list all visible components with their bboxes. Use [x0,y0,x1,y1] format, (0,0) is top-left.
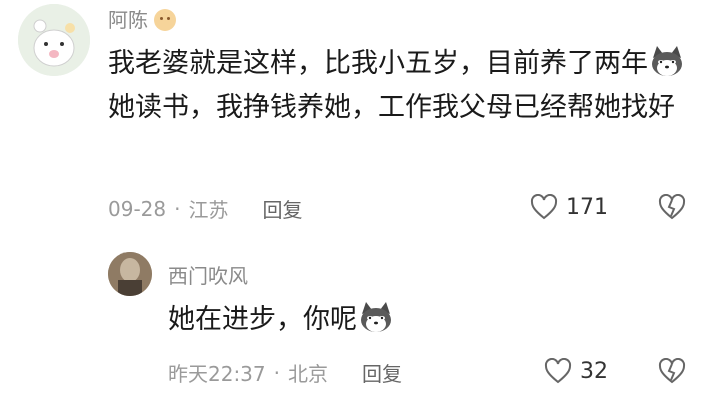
username-text[interactable]: 阿陈 [108,8,148,32]
like-count: 171 [566,194,608,220]
reply-time: 昨天22:37 [168,362,266,386]
comment-meta: 09-28 · 江苏 回复 [108,194,698,223]
reply-avatar-photo [108,252,152,296]
dislike-button[interactable] [658,193,686,224]
smile-emoji-icon [154,9,176,31]
avatar-illustration [18,4,90,76]
like-button[interactable]: 171 [530,194,608,220]
reply-like-button[interactable]: 32 [544,358,608,384]
comment-username[interactable]: 阿陈 [108,8,176,32]
heart-icon[interactable] [530,194,558,220]
reply-username[interactable]: 西门吹风 [168,260,248,289]
reply-like-count: 32 [580,358,608,384]
reply-button[interactable]: 回复 [262,194,302,223]
comment-location: 江苏 [188,198,229,222]
dog-emoji-icon [649,44,685,78]
reply-reply-button[interactable]: 回复 [362,358,402,387]
reply-avatar[interactable] [108,252,152,296]
dislike-icon[interactable] [658,357,686,384]
reply-location: 北京 [288,362,328,386]
dislike-icon[interactable] [658,193,686,220]
reply-dislike-button[interactable] [658,357,686,388]
reply-text: 她在进步，你呢 [168,298,395,342]
meta-separator: · [273,360,280,385]
reply-text-content: 她在进步，你呢 [168,304,357,335]
avatar[interactable] [18,4,90,76]
comment-text: 我老婆就是这样，比我小五岁，目前养了两年她读书，我挣钱养她，工作我父母已经帮她找… [108,42,698,130]
reply-meta: 昨天22:37 · 北京 回复 [168,358,402,387]
comment-text-part2: 她读书，我挣钱养她，工作我父母已经帮她找好 [108,92,675,123]
meta-separator: · [174,196,181,221]
heart-icon[interactable] [544,358,572,384]
comment-date: 09-28 [108,196,167,221]
dog-emoji-icon [358,300,394,334]
comment-text-part1: 我老婆就是这样，比我小五岁，目前养了两年 [108,48,648,79]
